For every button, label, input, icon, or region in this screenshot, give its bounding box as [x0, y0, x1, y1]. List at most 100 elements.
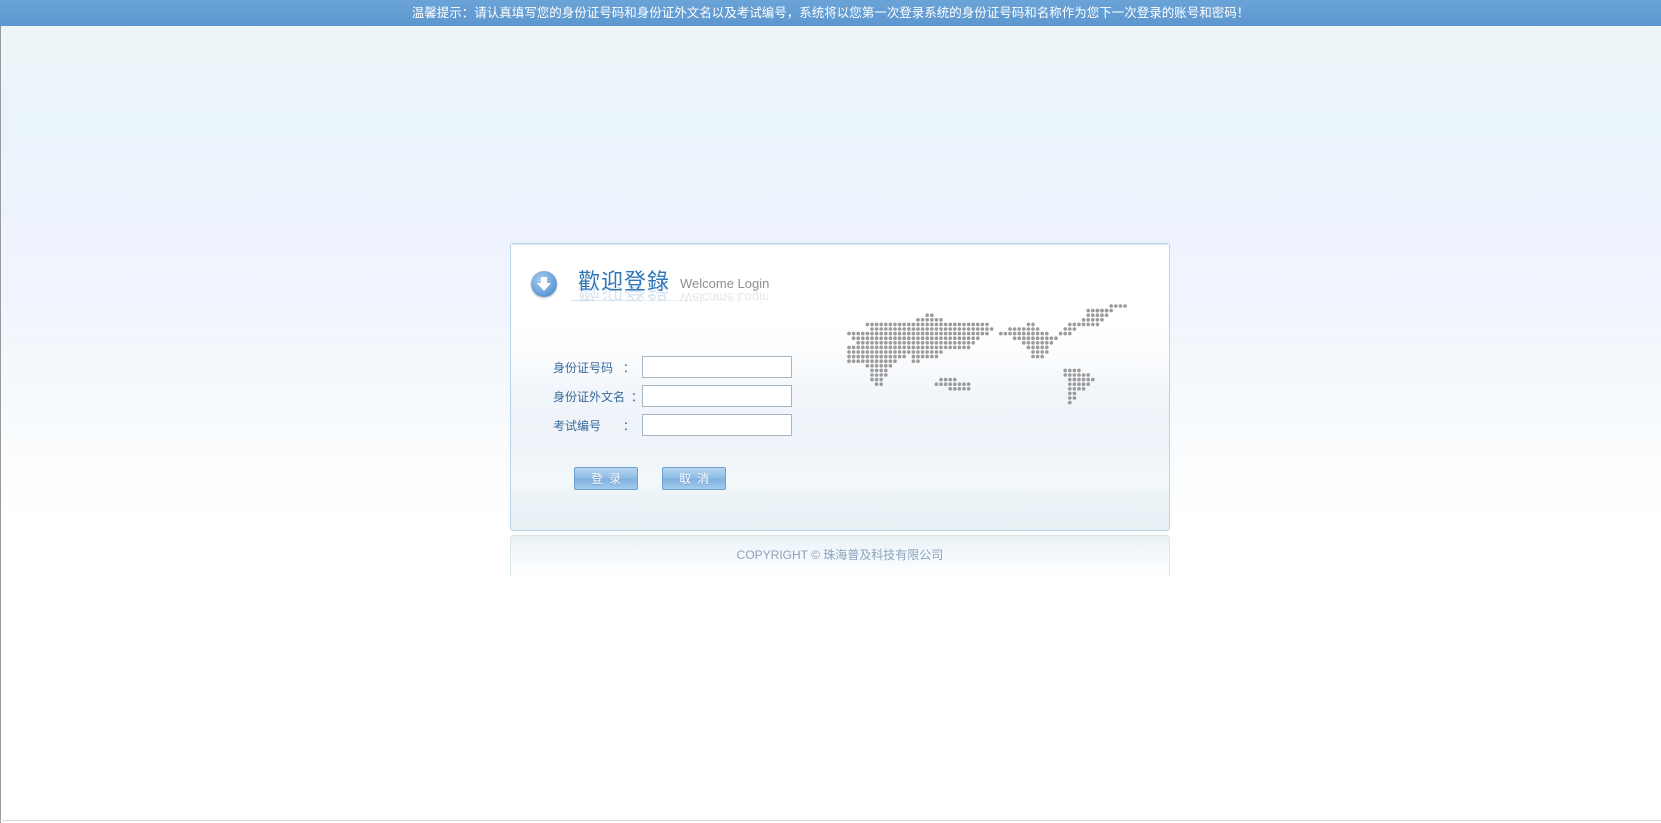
map-dot	[879, 382, 883, 386]
map-dot	[865, 364, 870, 368]
map-dot	[861, 345, 865, 350]
map-dot	[874, 322, 879, 327]
map-dot	[1040, 350, 1044, 354]
map-dot	[920, 318, 925, 322]
map-dot	[1072, 373, 1077, 377]
map-dot	[865, 345, 870, 350]
map-dot	[930, 345, 934, 350]
map-dot	[916, 359, 920, 363]
map-dot	[1068, 377, 1072, 382]
map-dot	[948, 345, 952, 350]
exam-number-input[interactable]	[642, 414, 792, 436]
map-dot	[884, 327, 888, 331]
id-number-label: 身份证号码	[553, 361, 614, 375]
map-dot	[888, 336, 893, 340]
map-dot	[939, 341, 943, 345]
map-dot	[902, 322, 906, 327]
map-dot	[1063, 331, 1067, 336]
map-dot	[1049, 336, 1054, 340]
map-dot	[870, 377, 874, 382]
map-dot	[939, 318, 943, 322]
map-dot	[957, 322, 962, 327]
map-dot	[1077, 387, 1081, 391]
map-dot	[1031, 345, 1035, 350]
welcome-title-cn-reflection: 歡迎登錄	[578, 286, 671, 302]
map-dot	[953, 382, 957, 386]
map-dot	[971, 331, 975, 336]
map-dot	[976, 322, 980, 327]
id-number-input[interactable]	[642, 356, 792, 378]
map-dot	[934, 354, 939, 359]
map-dot	[920, 331, 925, 336]
map-dot	[930, 327, 934, 331]
map-dot	[948, 387, 952, 391]
map-dot	[851, 331, 856, 336]
map-dot	[1017, 336, 1021, 340]
map-dot	[1123, 304, 1127, 308]
map-dot	[953, 377, 957, 382]
map-dot	[1003, 331, 1008, 336]
map-dot	[916, 350, 920, 354]
map-dot	[1068, 382, 1072, 386]
map-dot	[980, 331, 985, 336]
arrow-down-circle-icon	[531, 271, 557, 297]
map-dot	[934, 331, 939, 336]
map-dot	[884, 331, 888, 336]
map-dot	[920, 345, 925, 350]
login-button[interactable]: 登录	[574, 467, 638, 490]
cancel-button[interactable]: 取消	[662, 467, 726, 490]
map-dot	[888, 350, 893, 354]
map-dot	[930, 318, 934, 322]
map-dot	[939, 336, 943, 340]
map-dot	[916, 345, 920, 350]
map-dot	[1077, 368, 1081, 373]
map-dot	[948, 336, 952, 340]
map-dot	[948, 382, 952, 386]
map-dot	[879, 341, 883, 345]
map-dot	[980, 322, 985, 327]
map-dot	[870, 322, 874, 327]
map-dot	[874, 350, 879, 354]
map-dot	[1031, 331, 1035, 336]
map-dot	[861, 336, 865, 340]
map-dot	[948, 327, 952, 331]
map-dot	[962, 327, 966, 331]
map-dot	[1100, 313, 1104, 317]
map-dot	[1035, 354, 1040, 359]
map-dot	[879, 354, 883, 359]
map-dot	[953, 322, 957, 327]
map-dot	[865, 341, 870, 345]
map-dot	[1022, 327, 1026, 331]
map-dot	[916, 354, 920, 359]
map-dot	[943, 382, 948, 386]
map-dot	[1035, 350, 1040, 354]
map-dot	[1068, 396, 1072, 400]
map-dot	[861, 354, 865, 359]
map-dot	[925, 345, 929, 350]
map-dot	[884, 354, 888, 359]
map-dot	[1081, 318, 1086, 322]
map-dot	[874, 364, 879, 368]
map-dot	[874, 341, 879, 345]
map-dot	[861, 359, 865, 363]
map-dot	[888, 345, 893, 350]
map-dot	[962, 336, 966, 340]
map-dot	[1104, 313, 1109, 317]
foreign-name-input[interactable]	[642, 385, 792, 407]
map-dot	[1026, 341, 1031, 345]
map-dot	[1072, 377, 1077, 382]
map-dot	[1068, 331, 1072, 336]
map-dot	[1114, 304, 1118, 308]
window-left-edge	[0, 0, 1, 823]
map-dot	[925, 327, 929, 331]
map-dot	[879, 377, 883, 382]
map-dot	[856, 359, 860, 363]
map-dot	[902, 350, 906, 354]
map-dot	[925, 336, 929, 340]
welcome-title-en-reflection: Welcome Login	[680, 290, 770, 305]
map-dot	[966, 331, 971, 336]
map-dot	[851, 345, 856, 350]
map-dot	[953, 327, 957, 331]
map-dot	[1068, 391, 1072, 396]
map-dot	[1017, 331, 1021, 336]
